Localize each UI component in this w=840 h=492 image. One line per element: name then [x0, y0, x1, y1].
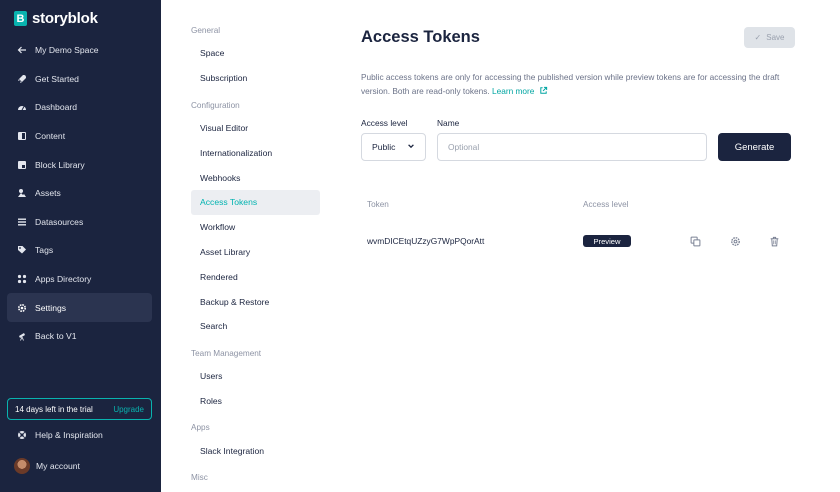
name-label: Name [437, 118, 460, 128]
upgrade-link[interactable]: Upgrade [113, 405, 144, 414]
menu-item-search[interactable]: Search [191, 314, 320, 339]
apps-icon [17, 274, 27, 284]
gauge-icon [17, 102, 27, 112]
page-title: Access Tokens [361, 28, 480, 46]
generate-button[interactable]: Generate [718, 133, 791, 161]
main-content: Access Tokens ✓ Save Public access token… [361, 0, 801, 492]
sidebar-item-apps-directory[interactable]: Apps Directory [7, 265, 152, 294]
sidebar-item-label: Settings [35, 302, 67, 313]
logo-text: storyblok [32, 10, 98, 27]
sidebar-item-label: Back to V1 [35, 331, 77, 342]
storyblok-logo[interactable]: B storyblok [14, 10, 98, 27]
tag-icon [17, 245, 27, 255]
datasources-icon [17, 217, 27, 227]
sidebar-item-label: Block Library [35, 159, 85, 170]
help-inspiration-item[interactable]: Help & Inspiration [17, 430, 103, 440]
sidebar-item-label: Tags [35, 245, 54, 256]
menu-item-slack-integration[interactable]: Slack Integration [191, 438, 320, 463]
sidebar-item-get-started[interactable]: Get Started [7, 65, 152, 94]
token-value[interactable]: wvmDICEtqUZzyG7WpPQorAtt [367, 236, 484, 246]
menu-section-team-management: Team Management [191, 348, 262, 358]
sidebar-item-datasources[interactable]: Datasources [7, 208, 152, 237]
sidebar-item-label: Content [35, 131, 66, 142]
sidebar-item-block-library[interactable]: Block Library [7, 150, 152, 179]
avatar [14, 458, 30, 474]
my-account-item[interactable]: My account [14, 458, 80, 474]
name-input[interactable]: Optional [437, 133, 707, 161]
menu-item-space[interactable]: Space [191, 41, 320, 66]
menu-section-configuration: Configuration [191, 100, 240, 110]
menu-item-subscription[interactable]: Subscription [191, 66, 320, 91]
content-icon [17, 131, 27, 141]
sidebar-item-back-to-v1[interactable]: Back to V1 [7, 322, 152, 351]
access-level-select[interactable]: Public [361, 133, 426, 161]
arrow-left-icon [17, 45, 27, 55]
copy-icon[interactable] [689, 235, 701, 247]
sidebar-nav: My Demo Space Get Started Dashboard Cont… [7, 36, 152, 351]
menu-section-apps: Apps [191, 423, 210, 433]
description-text: Public access tokens are only for access… [361, 72, 780, 96]
save-button[interactable]: ✓ Save [744, 27, 795, 48]
access-level-badge: Preview [583, 235, 631, 247]
sidebar-item-label: Apps Directory [35, 274, 92, 285]
menu-item-rendered[interactable]: Rendered [191, 264, 320, 289]
sidebar-item-label: Dashboard [35, 102, 78, 113]
menu-item-roles[interactable]: Roles [191, 389, 320, 414]
description: Public access tokens are only for access… [361, 70, 791, 98]
column-header-access-level: Access level [583, 200, 629, 209]
rocket-icon [17, 74, 27, 84]
access-level-value: Public [372, 142, 396, 152]
menu-item-webhooks[interactable]: Webhooks [191, 165, 320, 190]
save-label: Save [766, 33, 785, 42]
sidebar-item-content[interactable]: Content [7, 122, 152, 151]
sidebar-item-settings[interactable]: Settings [7, 293, 152, 322]
sidebar-item-assets[interactable]: Assets [7, 179, 152, 208]
column-header-token: Token [367, 200, 389, 209]
sidebar-item-dashboard[interactable]: Dashboard [7, 93, 152, 122]
sidebar-item-tags[interactable]: Tags [7, 236, 152, 265]
sidebar-item-my-demo-space[interactable]: My Demo Space [7, 36, 152, 65]
sidebar-item-label: Datasources [35, 216, 84, 227]
logo-mark: B [14, 11, 27, 26]
trial-banner: 14 days left in the trial Upgrade [7, 398, 152, 420]
learn-more-label: Learn more [491, 86, 535, 96]
menu-item-visual-editor[interactable]: Visual Editor [191, 116, 320, 141]
menu-item-internationalization[interactable]: Internationalization [191, 140, 320, 165]
account-label: My account [36, 461, 80, 471]
assets-icon [17, 188, 27, 198]
lifebuoy-icon [17, 430, 27, 440]
menu-section-misc: Misc [191, 473, 208, 483]
sidebar-item-label: Assets [35, 188, 61, 199]
menu-item-access-tokens[interactable]: Access Tokens [191, 189, 320, 215]
menu-section-general: General [191, 26, 221, 35]
menu-item-backup-restore[interactable]: Backup & Restore [191, 289, 320, 314]
sidebar-item-label: Get Started [35, 73, 79, 84]
help-label: Help & Inspiration [35, 430, 103, 440]
menu-item-users[interactable]: Users [191, 364, 320, 389]
learn-more-link[interactable]: Learn more [492, 86, 548, 96]
trash-icon[interactable] [768, 235, 780, 247]
settings-menu: General Space Subscription Configuration… [191, 20, 320, 488]
sidebar: B storyblok My Demo Space Get Started Da… [0, 0, 161, 492]
external-link-icon [537, 86, 548, 96]
menu-item-asset-library[interactable]: Asset Library [191, 240, 320, 265]
gear-icon [17, 303, 27, 313]
trial-text: 14 days left in the trial [15, 404, 93, 414]
telescope-icon [17, 331, 27, 341]
chevron-down-icon [407, 142, 415, 152]
sidebar-item-label: My Demo Space [35, 45, 99, 56]
access-level-label: Access level [361, 118, 408, 128]
menu-item-workflow[interactable]: Workflow [191, 215, 320, 240]
blocks-icon [17, 160, 27, 170]
check-icon: ✓ [754, 33, 762, 42]
gear-icon[interactable] [729, 235, 741, 247]
